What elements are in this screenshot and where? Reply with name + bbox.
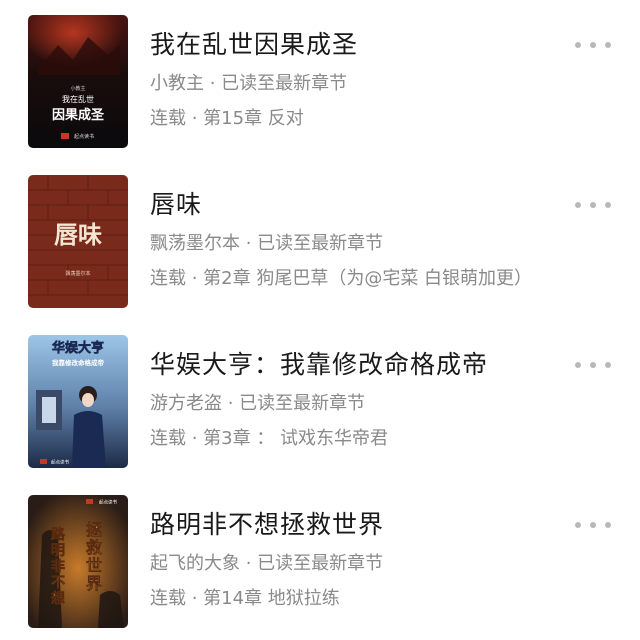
cover-char: 明 [51,543,65,559]
cover-char: 非 [51,558,65,575]
book-meta: 起飞的大象 · 已读至最新章节 [150,553,384,574]
cover-author: 小教主 [70,85,85,92]
cover-char: 路 [51,526,66,543]
book-meta: 游方老盗 · 已读至最新章节 [150,393,366,414]
book-cover[interactable]: 起点读书 路 明 非 不 想 拯 救 世 界 [28,495,128,628]
read-status: 已读至最新章节 [239,393,366,414]
cover-subtitle: 我靠修改命格成帝 [52,358,105,367]
book-item[interactable]: 唇味 飘荡墨尔本 唇味 飘荡墨尔本 · 已读至最新章节 连载 · 第2章 狗尾巴… [0,160,640,320]
book-progress: 连载 · 第14章 地狱拉练 [150,588,340,609]
cover-char: 救 [86,538,102,557]
book-cover[interactable]: 华娱大亨 我靠修改命格成帝 起点读书 [28,335,128,468]
book-cover[interactable]: 唇味 飘荡墨尔本 [28,175,128,308]
book-cover[interactable]: 小教主 我在乱世 因果成圣 起点读书 [28,15,128,148]
cover-publisher: 起点读书 [74,133,94,140]
cover-publisher: 起点读书 [51,459,69,466]
book-title[interactable]: 唇味 [150,188,202,222]
cover-subtitle: 飘荡墨尔本 [65,270,90,277]
cover-char: 拯 [86,520,102,539]
book-item[interactable]: 起点读书 路 明 非 不 想 拯 救 世 界 路明非不想拯救世界 起飞的大象 ·… [0,480,640,640]
book-author: 飘荡墨尔本 [150,233,240,254]
cover-title: 唇味 [54,220,102,249]
read-status: 已读至最新章节 [257,233,384,254]
book-meta: 小教主 · 已读至最新章节 [150,73,348,94]
cover-char: 界 [86,574,102,593]
more-dots-icon[interactable] [573,34,613,56]
read-status: 已读至最新章节 [221,73,348,94]
book-title[interactable]: 路明非不想拯救世界 [150,508,384,542]
more-dots-icon[interactable] [573,354,613,376]
book-progress: 连载 · 第3章 ： 试戏东华帝君 [150,428,389,449]
cover-char: 世 [86,556,102,575]
book-title[interactable]: 华娱大亨：我靠修改命格成帝 [150,348,488,382]
book-author: 起飞的大象 [150,553,240,574]
cover-title: 华娱大亨 [52,340,104,356]
more-dots-icon[interactable] [573,514,613,536]
book-author: 小教主 [150,73,204,94]
cover-char: 想 [50,590,65,607]
more-dots-icon[interactable] [573,194,613,216]
bookshelf-list: 小教主 我在乱世 因果成圣 起点读书 我在乱世因果成圣 小教主 · 已读至最新章… [0,0,640,640]
cover-title-line1: 我在乱世 [62,94,94,104]
read-status: 已读至最新章节 [257,553,384,574]
book-author: 游方老盗 [150,393,222,414]
cover-publisher: 起点读书 [99,499,117,506]
book-progress: 连载 · 第15章 反对 [150,108,304,129]
cover-char: 不 [51,575,65,591]
book-meta: 飘荡墨尔本 · 已读至最新章节 [150,233,384,254]
book-title[interactable]: 我在乱世因果成圣 [150,28,358,62]
cover-title-line2: 因果成圣 [52,107,105,123]
book-progress: 连载 · 第2章 狗尾巴草（为@宅菜 白银萌加更） [150,268,533,289]
book-item[interactable]: 华娱大亨 我靠修改命格成帝 起点读书 华娱大亨：我靠修改命格成帝 游方老盗 · … [0,320,640,480]
book-item[interactable]: 小教主 我在乱世 因果成圣 起点读书 我在乱世因果成圣 小教主 · 已读至最新章… [0,0,640,160]
